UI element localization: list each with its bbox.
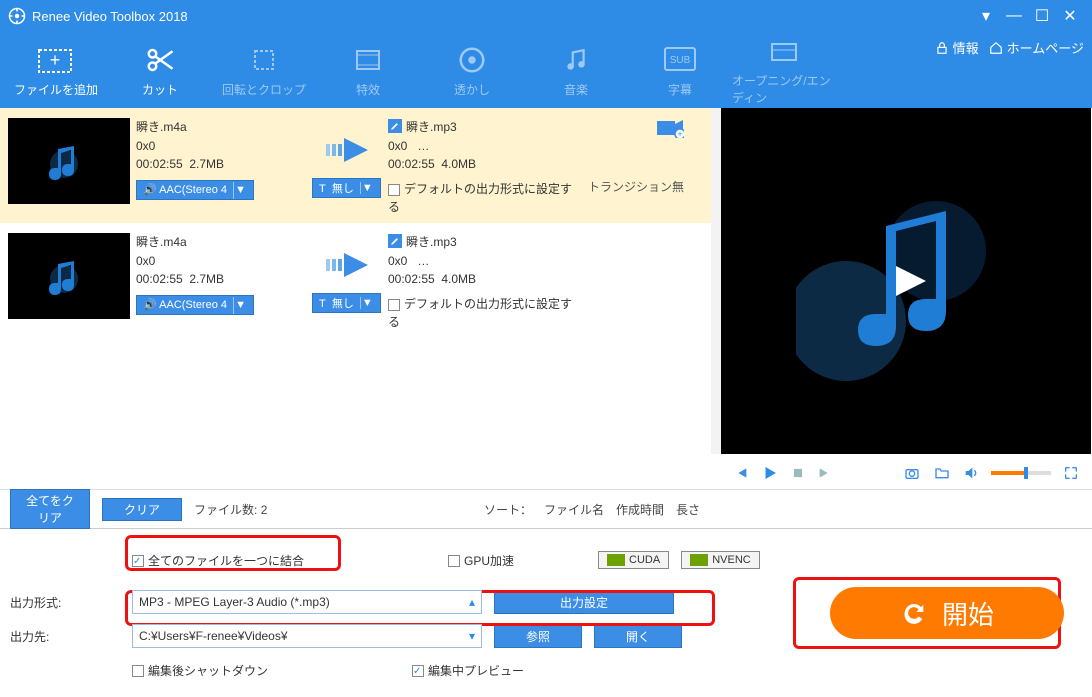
src-filename: 瞬き.m4a [136,233,306,252]
tool-add-file[interactable]: + ファイルを追加 [4,32,108,108]
audio-track-select[interactable]: 🔊 AAC(Stereo 4▼ [136,295,254,315]
info-link[interactable]: 情報 [935,38,979,57]
dst-resolution: 0x0 … [388,137,578,156]
app-logo-icon [8,7,26,25]
arrow-icon [312,253,382,277]
app-title: Renee Video Toolbox 2018 [32,9,188,24]
output-settings-button[interactable]: 出力設定 [494,590,674,614]
dst-filename: 瞬き.mp3 [388,233,578,252]
music-note-icon [563,43,589,77]
subtitle-icon: SUB [663,43,697,77]
maximize-button[interactable]: ☐ [1028,6,1056,26]
cuda-badge: CUDA [598,551,669,569]
sort-by-length[interactable]: 長さ [676,501,700,518]
tool-rotate-crop[interactable]: 回転とクロップ [212,32,316,108]
sort-by-filename[interactable]: ファイル名 [544,501,604,518]
scissors-icon [142,43,178,77]
film-icon [353,43,383,77]
main-toolbar: + ファイルを追加 カット 回転とクロップ 特效 透かし 音楽 SUB 字幕 オ… [0,32,1092,108]
slate-icon [769,34,799,68]
dst-filename: 瞬き.mp3 [388,118,578,137]
clear-all-button[interactable]: 全てをクリア [10,489,90,529]
dst-duration-size: 00:02:55 4.0MB [388,270,578,289]
output-dest-select[interactable]: C:¥Users¥F-renee¥Videos¥▾ [132,624,482,648]
next-icon[interactable] [817,465,833,481]
file-list: 瞬き.m4a 0x0 00:02:55 2.7MB 🔊 AAC(Stereo 4… [0,108,711,454]
subtitle-select[interactable]: T 無し▼ [312,178,381,198]
sort-label: ソート： [484,501,532,518]
folder-icon[interactable] [933,465,951,481]
homepage-link[interactable]: ホームページ [989,38,1084,57]
crop-icon [249,43,279,77]
play-icon[interactable] [761,464,779,482]
add-file-icon: + [36,43,76,77]
clear-button[interactable]: クリア [102,498,182,521]
src-filename: 瞬き.m4a [136,118,306,137]
src-resolution: 0x0 [136,137,306,156]
edit-icon[interactable] [388,234,402,248]
gpu-checkbox[interactable]: GPU加速 [448,552,514,569]
volume-icon[interactable] [963,465,979,481]
dest-label: 出力先: [10,628,120,645]
preview-panel [721,108,1091,454]
svg-text:+: + [677,129,682,138]
file-row[interactable]: 瞬き.m4a 0x0 00:02:55 2.7MB 🔊 AAC(Stereo 4… [0,108,711,223]
tool-music[interactable]: 音楽 [524,32,628,108]
edit-icon[interactable] [388,119,402,133]
nvenc-badge: NVENC [681,551,760,569]
shutdown-checkbox[interactable]: 編集後シャットダウン [132,662,268,679]
default-format-checkbox[interactable]: デフォルトの出力形式に設定する [388,182,572,215]
player-controls [725,457,1087,489]
stop-icon[interactable] [791,466,805,480]
refresh-icon [900,599,928,627]
add-clip-icon[interactable]: + [584,118,684,144]
list-bar: 全てをクリア クリア ファイル数: 2 ソート： ファイル名 作成時間 長さ [0,489,1092,529]
svg-text:SUB: SUB [670,55,691,66]
default-format-checkbox[interactable]: デフォルトの出力形式に設定する [388,297,572,330]
dst-resolution: 0x0 … [388,252,578,271]
lock-icon [935,41,949,55]
camera-icon[interactable] [903,465,921,481]
subtitle-select[interactable]: T 無し▼ [312,293,381,313]
tool-cut[interactable]: カット [108,32,212,108]
home-icon [989,41,1003,55]
start-button[interactable]: 開始 [830,587,1064,639]
fullscreen-icon[interactable] [1063,465,1079,481]
preview-checkbox[interactable]: 編集中プレビュー [412,662,524,679]
minimize-button[interactable]: — [1000,7,1028,25]
tool-subtitle[interactable]: SUB 字幕 [628,32,732,108]
svg-text:+: + [50,50,61,70]
menu-dropdown-icon[interactable]: ▾ [972,6,1000,26]
preview-placeholder-icon [796,181,1016,381]
file-thumbnail [8,233,130,319]
arrow-icon [312,138,382,162]
tool-effects[interactable]: 特效 [316,32,420,108]
src-duration-size: 00:02:55 2.7MB [136,155,306,174]
volume-slider[interactable] [991,471,1051,475]
droplet-icon [457,43,487,77]
output-options: 全てのファイルを一つに結合 GPU加速 CUDA NVENC 出力形式: MP3… [0,529,1092,697]
output-format-select[interactable]: MP3 - MPEG Layer-3 Audio (*.mp3)▴ [132,590,482,614]
file-count-label: ファイル数: 2 [194,501,267,518]
open-button[interactable]: 開く [594,624,682,648]
merge-checkbox[interactable]: 全てのファイルを一つに結合 [132,552,304,569]
file-row[interactable]: 瞬き.m4a 0x0 00:02:55 2.7MB 🔊 AAC(Stereo 4… [0,223,711,338]
tool-watermark[interactable]: 透かし [420,32,524,108]
src-resolution: 0x0 [136,252,306,271]
browse-button[interactable]: 参照 [494,624,582,648]
transition-label: トランジション無 [584,178,684,197]
file-thumbnail [8,118,130,204]
audio-track-select[interactable]: 🔊 AAC(Stereo 4▼ [136,180,254,200]
sort-by-time[interactable]: 作成時間 [616,501,664,518]
src-duration-size: 00:02:55 2.7MB [136,270,306,289]
format-label: 出力形式: [10,594,120,611]
title-bar: Renee Video Toolbox 2018 ▾ — ☐ ✕ [0,0,1092,32]
prev-icon[interactable] [733,465,749,481]
dst-duration-size: 00:02:55 4.0MB [388,155,578,174]
tool-opening-ending[interactable]: オープニング/エンディン [732,32,836,108]
close-button[interactable]: ✕ [1056,6,1084,26]
